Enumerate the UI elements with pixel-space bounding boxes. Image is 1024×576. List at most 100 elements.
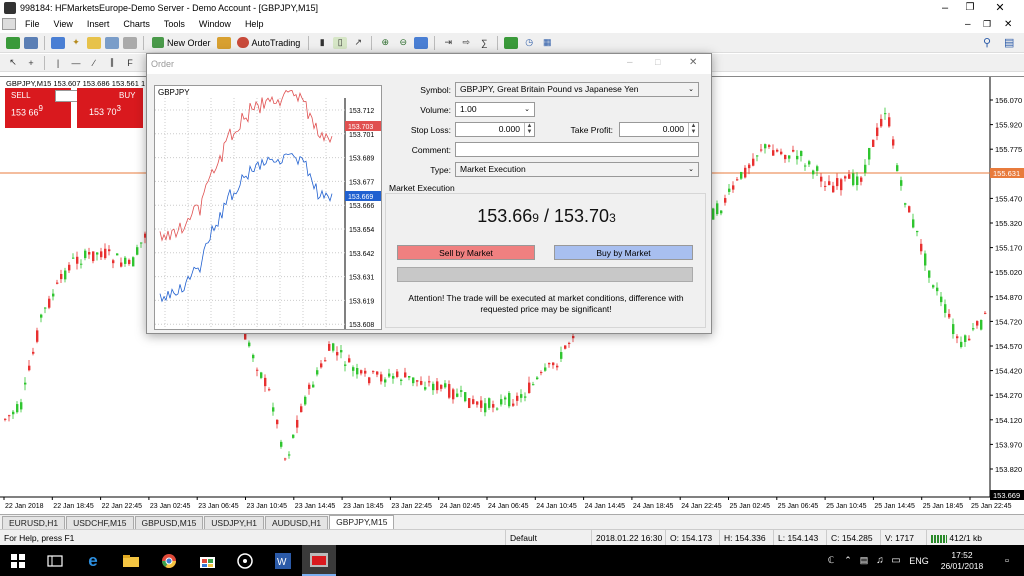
notifications-icon[interactable]: ▫	[996, 545, 1018, 576]
menu-window[interactable]: Window	[192, 16, 238, 32]
candle-body	[984, 312, 987, 314]
tab-eurusd-h1[interactable]: EURUSD,H1	[2, 516, 66, 529]
chat-icon[interactable]: ▤	[1004, 36, 1014, 49]
volume-icon[interactable]: ♫	[872, 545, 888, 576]
menu-tools[interactable]: Tools	[157, 16, 192, 32]
candle-body	[444, 383, 447, 388]
strategy-tester-icon[interactable]	[123, 36, 137, 49]
candle-body	[788, 155, 791, 159]
menu-insert[interactable]: Insert	[80, 16, 117, 32]
edge-browser-icon[interactable]: e	[74, 545, 112, 576]
system-clock[interactable]: 17:52 26/01/2018	[934, 545, 990, 576]
word-icon[interactable]: W	[264, 545, 302, 576]
autoscroll-icon[interactable]: ⇨	[459, 37, 473, 49]
new-order-button[interactable]: New Order	[152, 37, 211, 48]
vertical-line-icon[interactable]: |	[51, 57, 65, 69]
price-tick-label: 154.720	[995, 317, 1022, 326]
candle-body	[480, 400, 483, 408]
metatrader-taskbar-icon[interactable]	[302, 545, 336, 576]
sell-by-market-button[interactable]: Sell by Market	[397, 245, 535, 260]
type-select[interactable]: Market Execution ⌄	[455, 162, 699, 177]
candle-body	[964, 335, 967, 342]
dialog-close-button[interactable]: ✕	[689, 57, 697, 68]
menu-charts[interactable]: Charts	[116, 16, 157, 32]
chart-shift-icon[interactable]: ⇥	[441, 37, 455, 49]
candle-body	[720, 210, 723, 214]
dialog-maximize-button[interactable]: □	[655, 57, 660, 67]
chrome-icon[interactable]	[150, 545, 188, 576]
horizontal-line-icon[interactable]: —	[69, 57, 83, 69]
chart-restore-button[interactable]: ❐	[983, 19, 991, 30]
tab-usdjpy-h1[interactable]: USDJPY,H1	[204, 516, 264, 529]
search-icon[interactable]: ⚲	[983, 36, 991, 49]
menu-help[interactable]: Help	[238, 16, 271, 32]
tab-usdchf-m15[interactable]: USDCHF,M15	[66, 516, 134, 529]
sell-price: 153 669	[11, 104, 43, 119]
take-profit-spinner[interactable]: ▲ ▼	[688, 123, 698, 136]
media-player-icon[interactable]	[226, 545, 264, 576]
buy-by-market-button[interactable]: Buy by Market	[554, 245, 693, 260]
indicators-icon[interactable]: ∑	[477, 37, 491, 49]
new-chart-icon[interactable]	[6, 36, 20, 49]
menu-view[interactable]: View	[47, 16, 80, 32]
data-window-icon[interactable]: ✦	[69, 37, 83, 49]
crosshair-icon[interactable]: +	[24, 57, 38, 69]
file-explorer-icon[interactable]	[112, 545, 150, 576]
store-icon[interactable]	[188, 545, 226, 576]
templates-icon[interactable]: ▦	[540, 37, 554, 49]
symbol-select[interactable]: GBPJPY, Great Britain Pound vs Japanese …	[455, 82, 699, 97]
periods-icon[interactable]: ◷	[522, 37, 536, 49]
comment-input[interactable]	[455, 142, 699, 157]
tab-audusd-h1[interactable]: AUDUSD,H1	[264, 516, 329, 529]
one-click-buy-button[interactable]: BUY 153 703	[77, 88, 143, 128]
people-icon[interactable]: ℂ	[822, 545, 840, 576]
candle-body	[548, 362, 551, 365]
cursor-icon[interactable]: ↖	[6, 57, 20, 69]
windows-start-icon[interactable]	[0, 545, 36, 576]
zoom-in-icon[interactable]: ⊕	[378, 37, 392, 49]
terminal-icon[interactable]	[105, 36, 119, 49]
task-view-icon[interactable]	[36, 545, 74, 576]
type-label: Type:	[430, 165, 451, 175]
fibonacci-icon[interactable]: F	[123, 57, 137, 69]
profiles-icon[interactable]	[24, 36, 38, 49]
chart-close-button[interactable]: ✕	[1004, 19, 1012, 30]
tile-windows-icon[interactable]	[414, 36, 429, 49]
market-watch-icon[interactable]	[51, 36, 65, 49]
chart-minimize-button[interactable]: –	[965, 19, 971, 30]
volume-select[interactable]: 1.00 ⌄	[455, 102, 535, 117]
candlestick-icon[interactable]: ▯	[333, 36, 348, 49]
menu-file[interactable]: File	[18, 16, 47, 32]
equidistant-channel-icon[interactable]: ∥	[105, 57, 119, 69]
execution-progress-bar	[397, 267, 693, 282]
trendline-icon[interactable]: ∕	[87, 57, 101, 69]
take-profit-input[interactable]: 0.000 ▲ ▼	[619, 122, 699, 137]
candle-body	[904, 203, 907, 205]
bar-chart-icon[interactable]: ▮	[315, 37, 329, 49]
close-window-button[interactable]: ✕	[985, 0, 1015, 16]
candle-body	[424, 387, 427, 390]
zoom-out-icon[interactable]: ⊖	[396, 37, 410, 49]
time-tick-label: 24 Jan 10:45	[536, 503, 577, 510]
stop-loss-spinner[interactable]: ▲ ▼	[524, 123, 534, 136]
stop-loss-input[interactable]: 0.000 ▲ ▼	[455, 122, 535, 137]
ask-price-main: 153.70	[554, 206, 610, 226]
autotrading-button[interactable]: AutoTrading	[236, 37, 300, 48]
tray-chevron-up-icon[interactable]: ⌃	[840, 545, 856, 576]
language-indicator[interactable]: ENG	[904, 545, 934, 576]
metaeditor-icon[interactable]	[216, 36, 231, 49]
candle-body	[728, 188, 731, 192]
battery-icon[interactable]: ▭	[888, 545, 904, 576]
chart-header: GBPJPY,M15 153.607 153.686 153.561 1	[6, 79, 145, 88]
candle-body	[140, 242, 143, 244]
dialog-minimize-button[interactable]: –	[627, 57, 633, 68]
navigator-icon[interactable]	[87, 36, 101, 49]
line-chart-icon[interactable]: ↗	[351, 37, 365, 49]
tab-gbpjpy-m15[interactable]: GBPJPY,M15	[329, 515, 395, 529]
tab-gbpusd-m15[interactable]: GBPUSD,M15	[134, 516, 204, 529]
restore-button[interactable]: ❐	[955, 0, 985, 16]
network-icon[interactable]: ▤	[856, 545, 872, 576]
candle-body	[968, 338, 971, 341]
chart-window-icon[interactable]	[2, 18, 16, 30]
add-indicator-icon[interactable]	[504, 36, 519, 49]
